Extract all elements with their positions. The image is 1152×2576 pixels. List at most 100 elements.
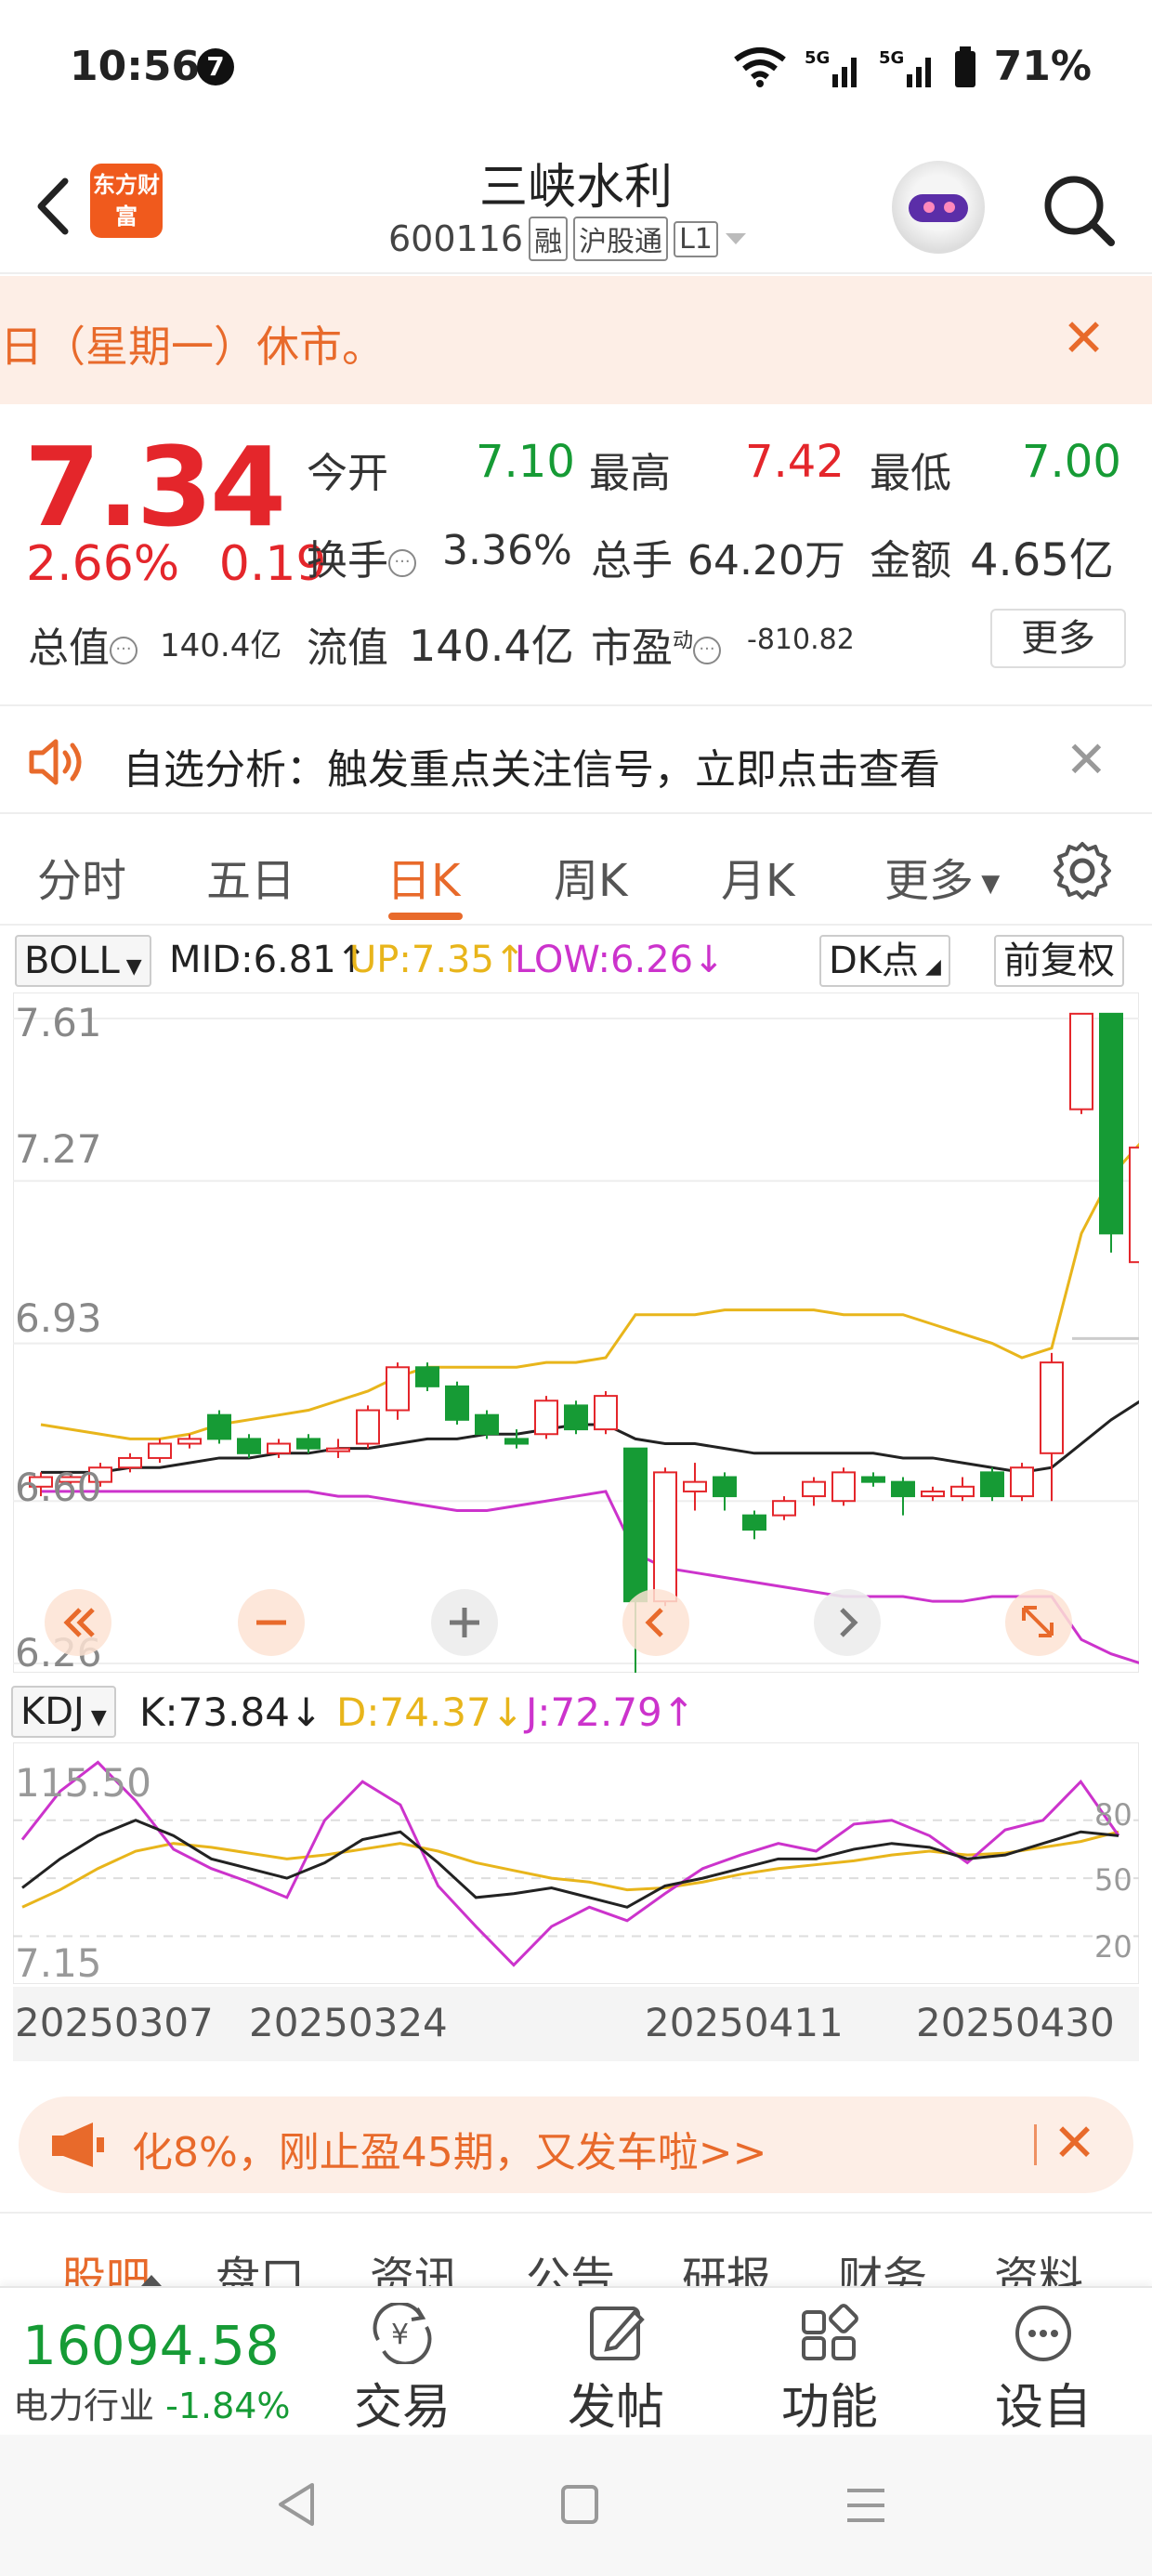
tab-news[interactable]: 资讯 [370,2241,459,2288]
mcap-value: 140.4亿 [160,627,282,664]
date-label: 20250307 [15,2000,214,2045]
scroll-left-icon[interactable] [619,1585,693,1660]
scroll-left-fast-icon[interactable] [41,1585,115,1660]
fullscreen-icon[interactable] [1001,1585,1076,1660]
assistant-robot-icon[interactable] [892,161,985,254]
tab-weekly-k[interactable]: 周K [554,844,627,909]
bottom-toolbar: 16094.58 电力行业 -1.84% ¥ 交易 发帖 功能 设自选 [0,2275,1152,2505]
more-dots-icon [1015,2306,1071,2361]
candle-body [950,1485,975,1498]
tab-financials[interactable]: 财务 [838,2241,927,2288]
candle-body [772,1500,796,1517]
post-button[interactable]: 发帖 [546,2303,686,2438]
candle-body [742,1514,766,1531]
turnover-label: 换手 ··· [307,527,416,586]
zoom-in-icon[interactable] [427,1585,502,1660]
candle-body [356,1409,380,1445]
tab-daily-k[interactable]: 日K [386,844,460,909]
speaker-icon [29,739,82,785]
mcap-label: 总值 ··· [28,614,137,674]
pe-value: -810.82 [747,624,855,656]
trade-button[interactable]: ¥ 交易 [333,2303,472,2438]
tab-announcements[interactable]: 公告 [526,2241,615,2288]
zoom-out-icon[interactable] [234,1585,308,1660]
date-label: 20250430 [916,2000,1115,2045]
info-icon[interactable]: ··· [110,637,137,664]
candle-body [148,1442,172,1459]
active-tab-indicator [388,913,463,920]
candle-body [683,1480,707,1492]
open-value: 7.10 [476,436,575,488]
tab-orderbook[interactable]: 盘口 [216,2241,305,2288]
candle-body [1129,1146,1139,1264]
notice-text: 日（星期一）休市。 [0,322,385,372]
date-label: 20250411 [645,2000,844,2045]
holiday-notice[interactable]: 日（星期一）休市。 ✕ [0,276,1152,404]
battery-level: 71% [993,43,1092,90]
sector-index-change: -1.84% [165,2385,291,2426]
svg-text:¥: ¥ [391,2319,409,2351]
tab-research[interactable]: 研报 [682,2241,771,2288]
stock-code-line[interactable]: 600116 融 沪股通 L1 [388,217,748,261]
info-icon[interactable]: ··· [388,549,416,577]
close-notice-icon[interactable]: ✕ [1062,313,1106,365]
svg-text:5G: 5G [879,48,904,68]
info-icon[interactable]: ··· [693,637,722,664]
indicator-select[interactable]: BOLL ▼ [15,935,151,987]
tab-five-day[interactable]: 五日 [206,844,295,909]
gear-icon[interactable] [1050,838,1115,903]
chart-frame [13,992,1139,1673]
signal-5g-icon-2: 5G [879,48,931,87]
close-analysis-icon[interactable]: ✕ [1066,730,1107,789]
notification-badge: 7 [197,48,234,85]
functions-button[interactable]: 功能 [760,2303,899,2438]
scroll-right-icon[interactable] [810,1585,884,1660]
yuan-cycle-icon: ¥ [373,2303,432,2364]
kdj-indicator-bar: KDJ ▼ K:73.84↓ D:74.37↓ J:72.79↑ [0,1682,1152,1740]
open-label: 今开 [307,450,388,497]
tab-monthly-k[interactable]: 月K [721,844,794,909]
kdj-select[interactable]: KDJ ▼ [11,1686,116,1738]
high-label: 最高 [589,450,671,497]
nav-home-icon[interactable] [559,2483,600,2526]
sector-index-value[interactable]: 16094.58 [22,2314,280,2377]
last-price: 7.34 [24,423,286,551]
turnover-value: 3.36% [442,527,572,574]
kdj-tick: 115.50 [15,1760,151,1806]
battery-icon [954,46,975,87]
svg-text:5G: 5G [805,48,830,68]
tab-profile[interactable]: 资料 [994,2241,1083,2288]
low-label: 最低 [870,450,951,497]
boll-indicator-bar: BOLL ▼ MID:6.81↑ UP:7.35↑ LOW:6.26↓ DK点 … [0,927,1152,991]
stock-header: 东方财富 三峡水利 600116 融 沪股通 L1 [0,135,1152,274]
grid-apps-icon [802,2304,858,2360]
tab-forum[interactable]: 股吧 [61,2241,151,2288]
analysis-banner[interactable]: 自选分析：触发重点关注信号，立即点击查看 ✕ [0,704,1152,814]
dk-point-button[interactable]: DK点 ◢ [819,935,950,987]
tab-intraday[interactable]: 分时 [37,844,126,909]
date-axis: 20250307 20250324 20250411 20250430 [13,1987,1139,2061]
candle-body [1069,1012,1093,1111]
candle-body [445,1385,469,1421]
analysis-text: 自选分析：触发重点关注信号，立即点击查看 [123,746,940,794]
promo-banner[interactable]: 化8%，刚止盈45期，又发车啦>> ✕ [19,2096,1133,2193]
kdj-tick: 7.15 [15,1940,102,1986]
close-promo-icon[interactable]: ✕ [1053,2113,1096,2174]
price-tick: 6.60 [15,1465,102,1510]
nav-recents-icon[interactable] [844,2485,888,2526]
adjust-button[interactable]: 前复权 [994,935,1124,987]
kdj-chart[interactable] [13,1742,1139,1984]
dropdown-triangle-icon [725,233,746,244]
volume-label: 总手 [591,537,673,585]
search-icon[interactable] [1039,170,1117,248]
period-tabs: 分时 五日 日K 周K 月K 更多 ▼ [0,816,1152,926]
tab-more[interactable]: 更多 ▼ [884,844,1000,909]
kdj-frame [13,1742,1139,1984]
sector-index-name[interactable]: 电力行业 -1.84% [13,2377,291,2428]
more-button[interactable]: 更多 [990,609,1126,668]
nav-back-icon[interactable] [275,2481,318,2528]
price-tick: 6.93 [15,1295,102,1341]
boll-mid: MID:6.81↑ [169,939,368,981]
low-value: 7.00 [1022,436,1121,488]
candlestick-chart[interactable] [13,992,1139,1673]
